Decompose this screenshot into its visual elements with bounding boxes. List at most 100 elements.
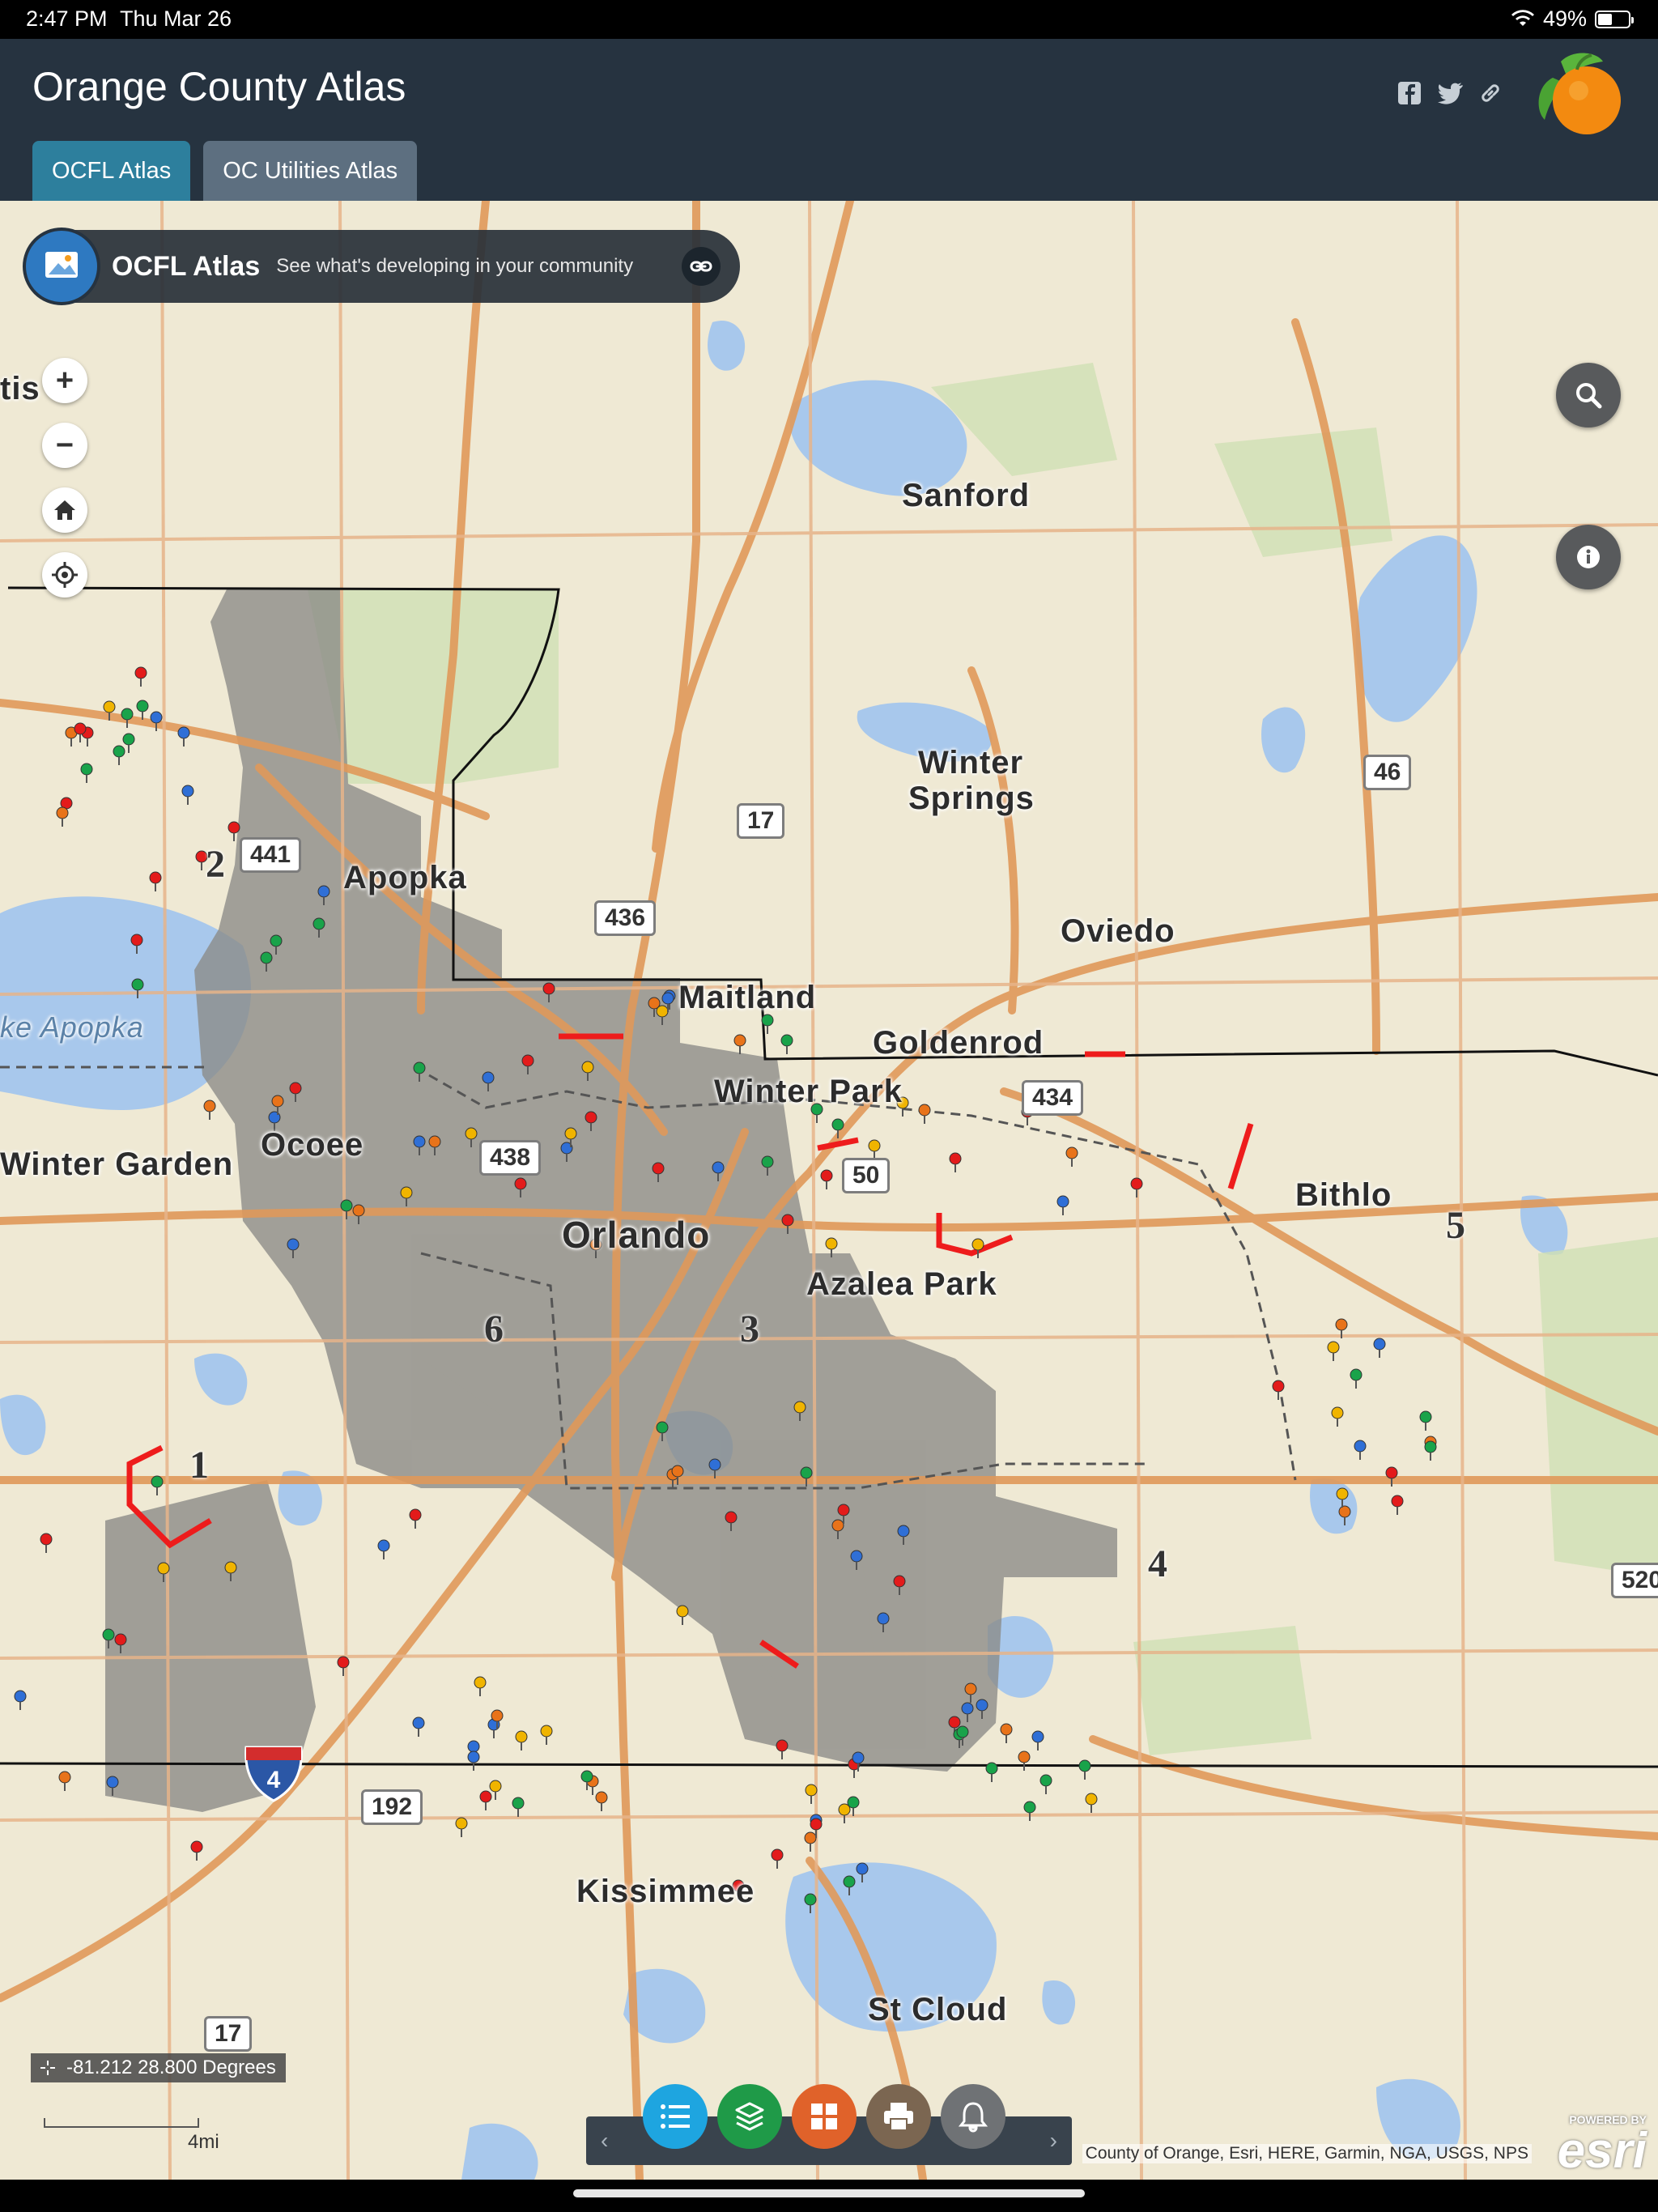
search-button[interactable] (1556, 363, 1621, 428)
development-pin[interactable] (150, 1475, 164, 1496)
development-pin[interactable] (13, 1690, 28, 1711)
development-pin[interactable] (149, 711, 164, 732)
development-pin[interactable] (542, 982, 556, 1003)
toolbar-next-button[interactable]: › (1050, 2128, 1057, 2154)
development-pin[interactable] (189, 1840, 204, 1861)
development-pin[interactable] (896, 1525, 911, 1546)
development-pin[interactable] (999, 1723, 1014, 1744)
development-pin[interactable] (481, 1071, 495, 1092)
development-pin[interactable] (733, 1034, 747, 1055)
development-pin[interactable] (102, 700, 117, 721)
locate-button[interactable] (42, 552, 87, 598)
development-pin[interactable] (408, 1508, 423, 1529)
development-pin[interactable] (120, 708, 134, 729)
development-pin[interactable] (1418, 1410, 1433, 1431)
development-pin[interactable] (181, 785, 195, 806)
development-pin[interactable] (971, 1238, 985, 1259)
development-pin[interactable] (804, 1784, 818, 1805)
development-pin[interactable] (511, 1797, 525, 1818)
development-pin[interactable] (799, 1466, 814, 1487)
development-pin[interactable] (842, 1875, 857, 1896)
info-button[interactable] (1556, 525, 1621, 589)
development-pin[interactable] (849, 1550, 864, 1571)
development-pin[interactable] (655, 1421, 670, 1442)
legend-button[interactable] (643, 2084, 708, 2149)
development-pin[interactable] (955, 1725, 970, 1746)
development-pin[interactable] (780, 1034, 794, 1055)
development-pin[interactable] (708, 1458, 722, 1479)
development-pin[interactable] (563, 1127, 578, 1148)
development-pin[interactable] (473, 1676, 487, 1697)
development-pin[interactable] (55, 806, 70, 827)
development-pin[interactable] (793, 1401, 807, 1422)
development-pin[interactable] (513, 1177, 528, 1198)
development-pin[interactable] (803, 1893, 818, 1914)
development-pin[interactable] (775, 1739, 789, 1760)
development-pin[interactable] (948, 1152, 963, 1173)
development-pin[interactable] (317, 885, 331, 906)
development-pin[interactable] (270, 1095, 285, 1116)
development-pin[interactable] (1084, 1793, 1099, 1814)
development-pin[interactable] (269, 934, 283, 955)
development-pin[interactable] (1031, 1730, 1045, 1751)
development-pin[interactable] (770, 1848, 784, 1870)
zoom-out-button[interactable]: − (42, 423, 87, 468)
development-pin[interactable] (134, 666, 148, 687)
development-pin[interactable] (724, 1511, 738, 1532)
development-pin[interactable] (975, 1699, 989, 1720)
development-pin[interactable] (819, 1169, 834, 1190)
development-pin[interactable] (584, 1111, 598, 1132)
development-pin[interactable] (917, 1104, 932, 1125)
development-pin[interactable] (876, 1612, 891, 1633)
development-pin[interactable] (780, 1214, 795, 1235)
development-pin[interactable] (760, 1155, 775, 1176)
development-pin[interactable] (148, 871, 163, 892)
twitter-icon[interactable] (1436, 79, 1464, 107)
development-pin[interactable] (1022, 1801, 1037, 1822)
development-pin[interactable] (490, 1709, 504, 1730)
development-pin[interactable] (1039, 1774, 1053, 1795)
development-pin[interactable] (836, 1504, 851, 1525)
development-pin[interactable] (466, 1750, 481, 1772)
development-pin[interactable] (1353, 1440, 1367, 1461)
development-pin[interactable] (580, 1770, 594, 1791)
home-indicator[interactable] (573, 2189, 1085, 2197)
development-pin[interactable] (1372, 1338, 1387, 1359)
development-pin[interactable] (351, 1204, 366, 1225)
development-pin[interactable] (851, 1751, 865, 1772)
development-pin[interactable] (454, 1817, 469, 1838)
development-pin[interactable] (514, 1730, 529, 1751)
basemap-gallery-button[interactable] (792, 2084, 857, 2149)
development-pin[interactable] (57, 1771, 72, 1792)
development-pin[interactable] (135, 700, 150, 721)
development-pin[interactable] (1330, 1406, 1345, 1427)
development-pin[interactable] (336, 1656, 351, 1677)
development-pin[interactable] (711, 1161, 725, 1182)
tab-oc-utilities-atlas[interactable]: OC Utilities Atlas (203, 141, 418, 201)
development-pin[interactable] (312, 917, 326, 938)
toolbar-prev-button[interactable]: ‹ (601, 2128, 608, 2154)
development-pin[interactable] (1056, 1195, 1070, 1216)
development-pin[interactable] (227, 821, 241, 842)
development-pin[interactable] (984, 1762, 999, 1783)
development-pin[interactable] (661, 992, 675, 1013)
development-pin[interactable] (176, 726, 191, 747)
development-pin[interactable] (1271, 1380, 1286, 1401)
development-pin[interactable] (223, 1561, 238, 1582)
development-pin[interactable] (427, 1135, 442, 1156)
development-pin[interactable] (651, 1162, 665, 1183)
development-pin[interactable] (1384, 1466, 1399, 1487)
development-pin[interactable] (488, 1780, 503, 1801)
development-pin[interactable] (675, 1605, 690, 1626)
layers-button[interactable] (717, 2084, 782, 2149)
development-pin[interactable] (464, 1127, 478, 1148)
development-pin[interactable] (412, 1061, 427, 1083)
alerts-button[interactable] (941, 2084, 1005, 2149)
development-pin[interactable] (376, 1539, 391, 1560)
coordinate-readout[interactable]: -81.212 28.800 Degrees (31, 2053, 286, 2082)
development-pin[interactable] (412, 1135, 427, 1156)
link-icon[interactable] (1477, 79, 1504, 107)
print-button[interactable] (866, 2084, 931, 2149)
development-pin[interactable] (39, 1533, 53, 1554)
development-pin[interactable] (855, 1862, 869, 1883)
